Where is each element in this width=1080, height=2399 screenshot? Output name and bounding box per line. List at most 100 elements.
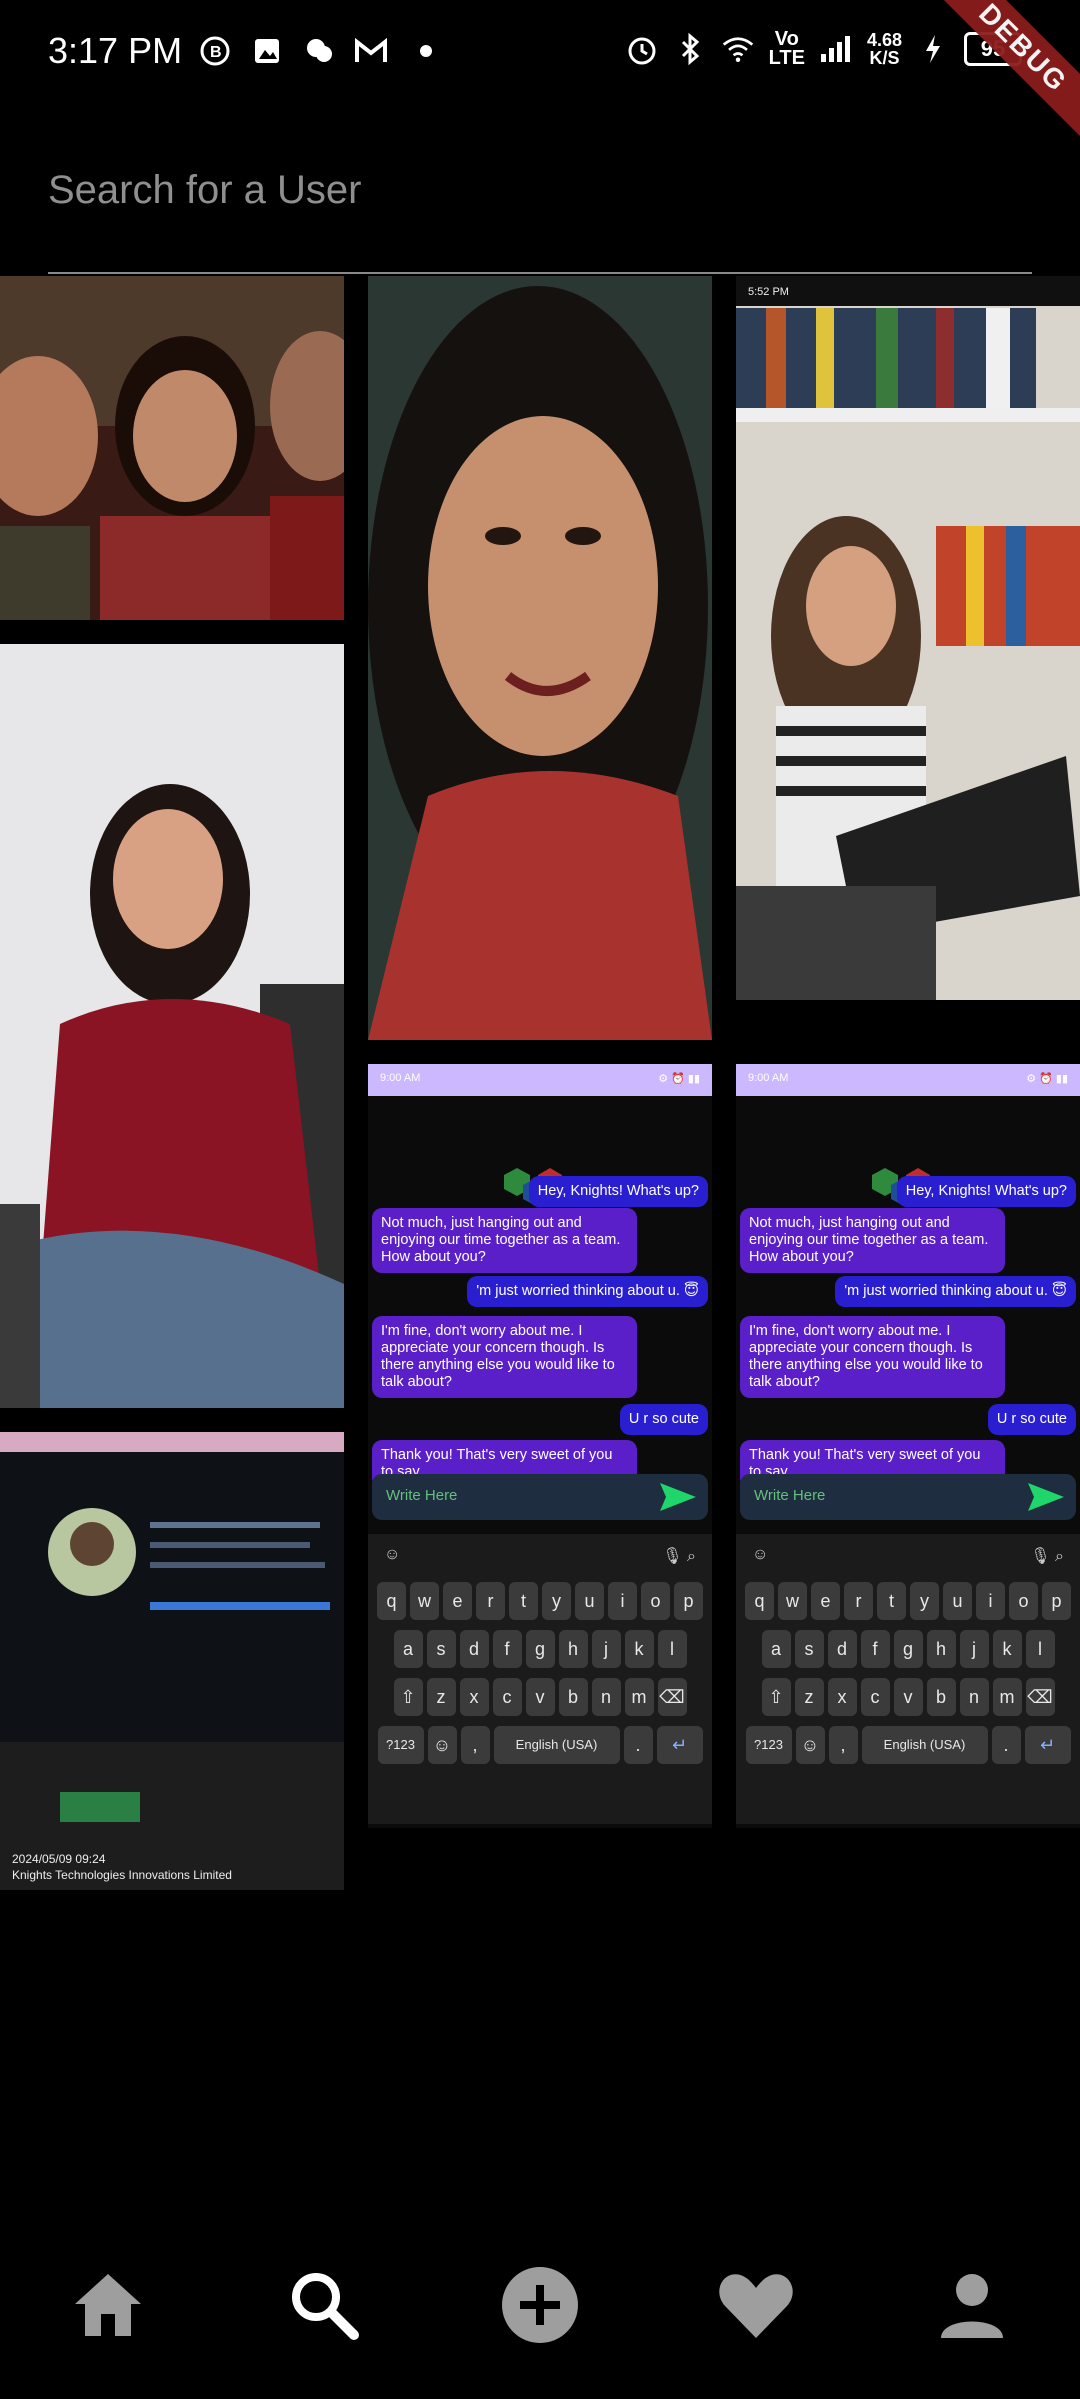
post-thumbnail-laptop[interactable]: 2024/05/09 09:24 Knights Technologies In…: [0, 1432, 344, 1890]
key[interactable]: m: [992, 1678, 1022, 1716]
key[interactable]: p: [1042, 1582, 1071, 1620]
search-bar[interactable]: [48, 150, 1032, 274]
key[interactable]: q: [377, 1582, 406, 1620]
key[interactable]: n: [959, 1678, 989, 1716]
mic-search-icons[interactable]: 🎙 ⌕: [662, 1546, 696, 1566]
nav-search[interactable]: [279, 2260, 369, 2350]
emoji-icon[interactable]: ☺: [795, 1726, 825, 1764]
key[interactable]: i: [976, 1582, 1005, 1620]
key[interactable]: d: [459, 1630, 489, 1668]
nav-profile[interactable]: [927, 2260, 1017, 2350]
key[interactable]: z: [426, 1678, 456, 1716]
emoji-keyboard-icon[interactable]: ☺: [752, 1546, 768, 1566]
key[interactable]: r: [476, 1582, 505, 1620]
key[interactable]: z: [794, 1678, 824, 1716]
emoji-keyboard-icon[interactable]: ☺: [384, 1546, 400, 1566]
gmail-icon: [354, 34, 388, 68]
key[interactable]: g: [525, 1630, 555, 1668]
chat-status-time: 9:00 AM: [748, 1072, 789, 1084]
key[interactable]: w: [778, 1582, 807, 1620]
key[interactable]: r: [844, 1582, 873, 1620]
space-key[interactable]: English (USA): [861, 1726, 988, 1764]
key[interactable]: k: [992, 1630, 1022, 1668]
post-thumbnail-chat-screen-1[interactable]: 9:00 AM ⚙ ⏰ ▮▮ Hey, Knights! What's up? …: [368, 1064, 712, 1828]
key[interactable]: q: [745, 1582, 774, 1620]
key[interactable]: f: [492, 1630, 522, 1668]
laptop-photo-image: [0, 1432, 344, 1890]
key[interactable]: j: [591, 1630, 621, 1668]
key[interactable]: u: [575, 1582, 604, 1620]
key[interactable]: h: [926, 1630, 956, 1668]
post-thumbnail-portrait-office[interactable]: [0, 644, 344, 1408]
key[interactable]: g: [893, 1630, 923, 1668]
key[interactable]: o: [641, 1582, 670, 1620]
key[interactable]: l: [1025, 1630, 1055, 1668]
key[interactable]: x: [459, 1678, 489, 1716]
mode-key[interactable]: ?123: [745, 1726, 792, 1764]
comma-key[interactable]: ,: [460, 1726, 490, 1764]
key[interactable]: a: [393, 1630, 423, 1668]
key[interactable]: a: [761, 1630, 791, 1668]
keyboard-row-4: ?123 ☺ , English (USA) . ↵: [374, 1726, 706, 1764]
key[interactable]: s: [794, 1630, 824, 1668]
key[interactable]: o: [1009, 1582, 1038, 1620]
nav-home[interactable]: [63, 2260, 153, 2350]
backspace-icon[interactable]: ⌫: [657, 1678, 687, 1716]
heart-icon: [719, 2274, 793, 2338]
search-input[interactable]: [48, 150, 1032, 230]
period-key[interactable]: .: [623, 1726, 653, 1764]
key[interactable]: s: [426, 1630, 456, 1668]
key[interactable]: m: [624, 1678, 654, 1716]
chat-status-bar: 9:00 AM ⚙ ⏰ ▮▮: [368, 1064, 712, 1096]
key[interactable]: c: [492, 1678, 522, 1716]
key[interactable]: i: [608, 1582, 637, 1620]
key[interactable]: h: [558, 1630, 588, 1668]
key[interactable]: y: [910, 1582, 939, 1620]
chat-bubble-received: Not much, just hanging out and enjoying …: [372, 1208, 637, 1273]
enter-icon[interactable]: ↵: [656, 1726, 703, 1764]
key[interactable]: w: [410, 1582, 439, 1620]
period-key[interactable]: .: [991, 1726, 1021, 1764]
post-thumbnail-chat-screen-2[interactable]: 9:00 AM ⚙ ⏰ ▮▮ Hey, Knights! What's up? …: [736, 1064, 1080, 1828]
key[interactable]: e: [811, 1582, 840, 1620]
bluetooth-icon: [673, 32, 707, 66]
key[interactable]: p: [674, 1582, 703, 1620]
key[interactable]: v: [893, 1678, 923, 1716]
post-thumbnail-close-portrait[interactable]: [368, 276, 712, 1040]
key[interactable]: t: [509, 1582, 538, 1620]
emoji-icon[interactable]: ☺: [427, 1726, 457, 1764]
key[interactable]: b: [926, 1678, 956, 1716]
key[interactable]: d: [827, 1630, 857, 1668]
key[interactable]: n: [591, 1678, 621, 1716]
send-icon[interactable]: [658, 1481, 698, 1513]
key[interactable]: j: [959, 1630, 989, 1668]
key[interactable]: x: [827, 1678, 857, 1716]
message-input[interactable]: Write Here: [740, 1474, 1076, 1520]
key[interactable]: k: [624, 1630, 654, 1668]
shift-icon[interactable]: ⇧: [761, 1678, 791, 1716]
key[interactable]: c: [860, 1678, 890, 1716]
alarm-icon: [625, 32, 659, 66]
backspace-icon[interactable]: ⌫: [1025, 1678, 1055, 1716]
nav-favorites[interactable]: [711, 2260, 801, 2350]
key[interactable]: v: [525, 1678, 555, 1716]
message-input[interactable]: Write Here: [372, 1474, 708, 1520]
post-thumbnail-bookshelf[interactable]: 5:52 PM: [736, 276, 1080, 1000]
search-icon: [292, 2273, 359, 2340]
enter-icon[interactable]: ↵: [1024, 1726, 1071, 1764]
mic-search-icons[interactable]: 🎙 ⌕: [1030, 1546, 1064, 1566]
key[interactable]: f: [860, 1630, 890, 1668]
key[interactable]: b: [558, 1678, 588, 1716]
key[interactable]: t: [877, 1582, 906, 1620]
key[interactable]: y: [542, 1582, 571, 1620]
post-thumbnail-group-selfie[interactable]: [0, 276, 344, 620]
comma-key[interactable]: ,: [828, 1726, 858, 1764]
key[interactable]: e: [443, 1582, 472, 1620]
key[interactable]: u: [943, 1582, 972, 1620]
send-icon[interactable]: [1026, 1481, 1066, 1513]
key[interactable]: l: [657, 1630, 687, 1668]
mode-key[interactable]: ?123: [377, 1726, 424, 1764]
nav-add-post[interactable]: [495, 2260, 585, 2350]
shift-icon[interactable]: ⇧: [393, 1678, 423, 1716]
space-key[interactable]: English (USA): [493, 1726, 620, 1764]
